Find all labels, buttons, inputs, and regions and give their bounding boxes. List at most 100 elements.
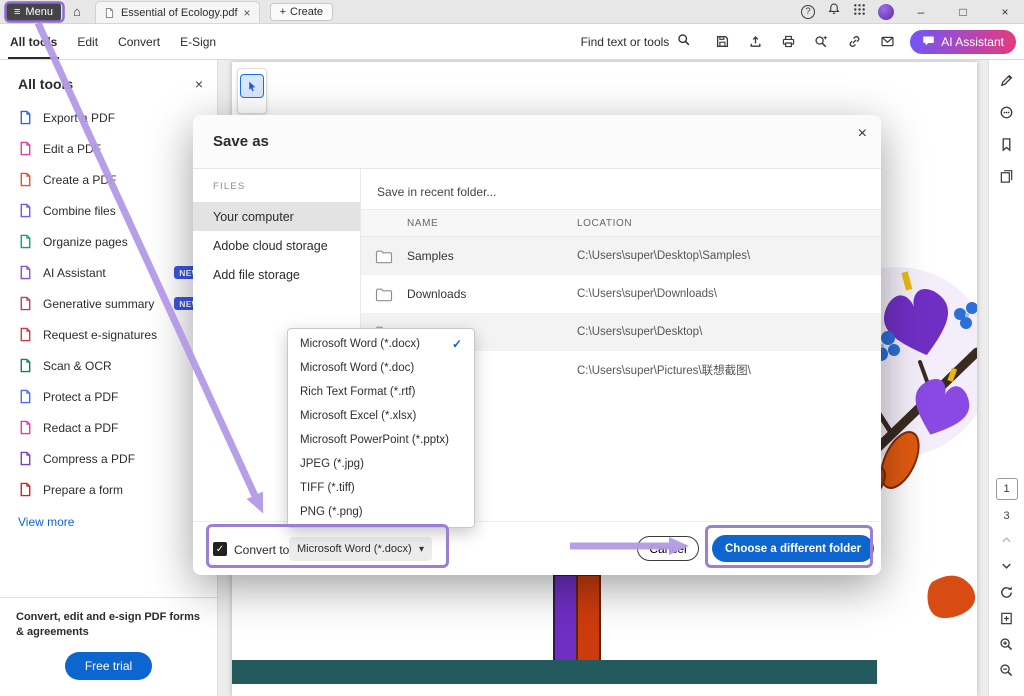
create-button[interactable]: + Create: [270, 3, 333, 21]
combine-files-icon: [18, 203, 33, 218]
format-dropdown-menu: Microsoft Word (*.docx) ✓ Microsoft Word…: [287, 328, 475, 528]
close-tab-icon[interactable]: ×: [244, 6, 251, 20]
close-window-button[interactable]: ×: [990, 0, 1020, 24]
dialog-footer: ✓ Convert to Microsoft Word (*.docx) ▾ C…: [193, 521, 881, 575]
folder-icon: [361, 249, 407, 264]
search-icon: [677, 33, 691, 50]
folder-icon: [361, 287, 407, 302]
location-header: LOCATION: [577, 218, 881, 229]
ai-search-button[interactable]: [812, 33, 830, 51]
sidebar-item-protect-a-pdf[interactable]: Protect a PDF: [0, 381, 217, 412]
format-option-rtf[interactable]: Rich Text Format (*.rtf): [288, 380, 474, 404]
format-option-pptx[interactable]: Microsoft PowerPoint (*.pptx): [288, 428, 474, 452]
search-label: Find text or tools: [581, 35, 670, 49]
page-total: 3: [1003, 510, 1009, 522]
check-icon: ✓: [216, 544, 224, 555]
minimize-button[interactable]: –: [906, 0, 936, 24]
format-option-docx[interactable]: Microsoft Word (*.docx) ✓: [288, 332, 474, 356]
apps-grid-icon[interactable]: [853, 3, 866, 21]
fit-page-button[interactable]: [998, 610, 1016, 626]
view-more-link[interactable]: View more: [0, 505, 217, 539]
hamburger-icon: ≡: [14, 6, 20, 18]
sidebar-item-compress-a-pdf[interactable]: Compress a PDF: [0, 443, 217, 474]
select-tool-button[interactable]: [240, 74, 264, 98]
titlebar-right: ? – □ ×: [801, 0, 1024, 24]
sidebar-item-combine-files[interactable]: Combine files: [0, 195, 217, 226]
convert-to-label: Convert to: [234, 543, 289, 557]
refresh-button[interactable]: [998, 584, 1016, 600]
sidebar-item-export-a-pdf[interactable]: Export a PDF: [0, 102, 217, 133]
format-option-png[interactable]: PNG (*.png): [288, 500, 474, 524]
sidebar-item-request-e-signatures[interactable]: Request e-signatures: [0, 319, 217, 350]
notifications-icon[interactable]: [827, 2, 841, 21]
tab-edit[interactable]: Edit: [67, 24, 108, 59]
tab-all-tools[interactable]: All tools: [0, 24, 67, 59]
close-dialog-button[interactable]: ×: [858, 125, 867, 143]
find-text-or-tools[interactable]: Find text or tools: [581, 33, 692, 50]
save-button[interactable]: [713, 33, 731, 51]
all-tools-sidebar: All tools × Export a PDF Edit a PDF Crea…: [0, 60, 218, 696]
annotate-panel-button[interactable]: [998, 72, 1016, 88]
scan-ocr-icon: [18, 358, 33, 373]
sidebar-item-create-a-pdf[interactable]: Create a PDF: [0, 164, 217, 195]
toolbar-actions: [713, 33, 896, 51]
files-section-label: FILES: [193, 181, 360, 202]
next-page-button[interactable]: [998, 558, 1016, 574]
maximize-button[interactable]: □: [948, 0, 978, 24]
free-trial-button[interactable]: Free trial: [65, 652, 152, 680]
sidebar-item-generative-summary[interactable]: Generative summary NEW: [0, 288, 217, 319]
zoom-in-button[interactable]: [998, 636, 1016, 652]
pdf-file-icon: [104, 7, 115, 19]
format-option-tiff[interactable]: TIFF (*.tiff): [288, 476, 474, 500]
source-your-computer[interactable]: Your computer: [193, 202, 360, 231]
share-upload-button[interactable]: [746, 33, 764, 51]
dialog-header: Save as ×: [193, 115, 881, 169]
print-button[interactable]: [779, 33, 797, 51]
document-tab[interactable]: Essential of Ecology.pdf ×: [95, 1, 260, 23]
convert-to-checkbox[interactable]: ✓: [213, 542, 227, 556]
check-icon: ✓: [452, 337, 462, 351]
comments-panel-button[interactable]: [998, 104, 1016, 120]
bookmarks-panel-button[interactable]: [998, 136, 1016, 152]
cursor-arrow-icon: [246, 80, 259, 93]
sidebar-footer: Convert, edit and e-sign PDF forms & agr…: [0, 597, 217, 696]
sidebar-item-ai-assistant[interactable]: AI Assistant NEW: [0, 257, 217, 288]
close-sidebar-button[interactable]: ×: [195, 76, 203, 92]
redact-pdf-icon: [18, 420, 33, 435]
sidebar-item-organize-pages[interactable]: Organize pages: [0, 226, 217, 257]
source-adobe-cloud-storage[interactable]: Adobe cloud storage: [193, 231, 360, 260]
format-option-jpg[interactable]: JPEG (*.jpg): [288, 452, 474, 476]
format-option-xlsx[interactable]: Microsoft Excel (*.xlsx): [288, 404, 474, 428]
recent-folder-row[interactable]: Downloads C:\Users\super\Downloads\: [361, 275, 881, 313]
sidebar-item-scan-ocr[interactable]: Scan & OCR: [0, 350, 217, 381]
home-button[interactable]: ⌂: [65, 2, 89, 22]
export-pdf-icon: [18, 110, 33, 125]
organize-pages-icon: [18, 234, 33, 249]
format-option-doc[interactable]: Microsoft Word (*.doc): [288, 356, 474, 380]
request-e-signatures-icon: [18, 327, 33, 342]
link-button[interactable]: [845, 33, 863, 51]
sidebar-title: All tools: [18, 76, 73, 92]
ai-assistant-button[interactable]: AI Assistant: [910, 30, 1016, 54]
source-add-file-storage[interactable]: Add file storage: [193, 260, 360, 289]
protect-pdf-icon: [18, 389, 33, 404]
choose-different-folder-button[interactable]: Choose a different folder: [712, 535, 874, 562]
previous-page-button[interactable]: [998, 532, 1016, 548]
page-number-input[interactable]: 1: [996, 478, 1018, 500]
menu-button[interactable]: ≡ Menu: [6, 3, 61, 21]
cancel-button[interactable]: Cancel: [637, 536, 699, 561]
compress-pdf-icon: [18, 451, 33, 466]
help-icon[interactable]: ?: [801, 5, 815, 19]
zoom-out-button[interactable]: [998, 662, 1016, 678]
tab-e-sign[interactable]: E-Sign: [170, 24, 226, 59]
toolbar: All tools Edit Convert E-Sign Find text …: [0, 24, 1024, 60]
sidebar-item-prepare-a-form[interactable]: Prepare a form: [0, 474, 217, 505]
page-thumbnails-panel-button[interactable]: [998, 168, 1016, 184]
recent-folder-row[interactable]: Samples C:\Users\super\Desktop\Samples\: [361, 237, 881, 275]
email-button[interactable]: [878, 33, 896, 51]
tab-convert[interactable]: Convert: [108, 24, 170, 59]
sidebar-item-edit-a-pdf[interactable]: Edit a PDF: [0, 133, 217, 164]
format-select[interactable]: Microsoft Word (*.docx) ▾: [289, 537, 432, 561]
sidebar-item-redact-a-pdf[interactable]: Redact a PDF: [0, 412, 217, 443]
profile-avatar[interactable]: [878, 4, 894, 20]
